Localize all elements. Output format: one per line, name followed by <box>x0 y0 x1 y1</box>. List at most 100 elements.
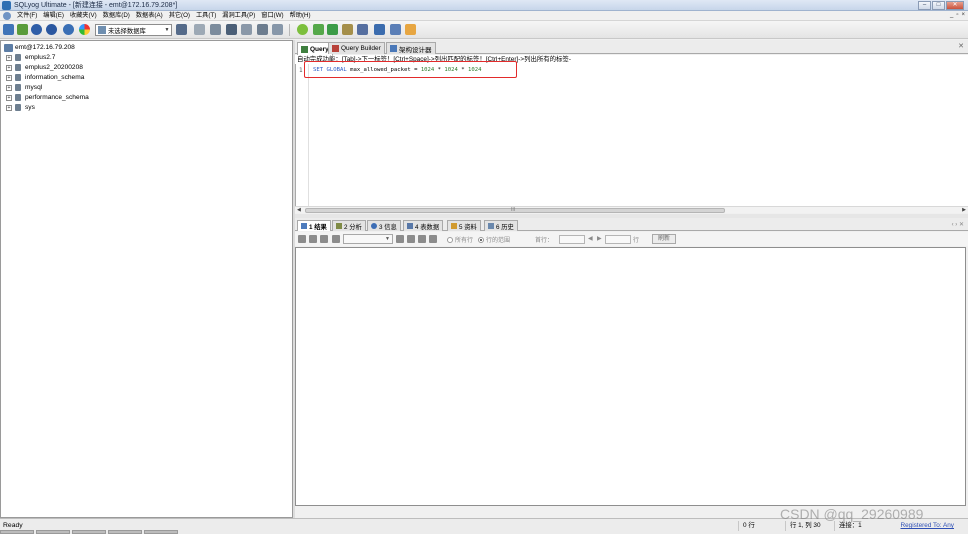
expand-icon[interactable]: + <box>6 84 12 91</box>
database-selector[interactable]: 未选择数据库 ▼ <box>95 24 172 36</box>
scheduled-jobs-icon[interactable] <box>272 24 283 35</box>
tree-item-database[interactable]: + emplus2_20200208 <box>6 63 83 72</box>
stop-icon[interactable] <box>327 24 338 35</box>
execute-query-icon[interactable] <box>297 24 308 35</box>
menu-edit[interactable]: 编辑(E) <box>40 11 67 21</box>
tree-root-connection[interactable]: emt@172.16.79.208 <box>4 43 75 52</box>
chevron-down-icon[interactable]: ▼ <box>385 236 390 242</box>
data-sync-icon[interactable] <box>210 24 221 35</box>
minimize-icon[interactable]: – <box>918 1 931 10</box>
tree-item-database[interactable]: + mysql <box>6 83 42 92</box>
export-icon[interactable] <box>332 235 340 243</box>
save-icon[interactable] <box>396 235 404 243</box>
tree-item-database[interactable]: + emplus2.7 <box>6 53 55 62</box>
tab-profiler[interactable]: 2 分析 <box>332 220 366 231</box>
radio-button-icon[interactable] <box>478 236 484 243</box>
refresh-object-icon[interactable] <box>63 24 74 35</box>
delete-icon[interactable] <box>418 235 426 243</box>
disconnect-icon[interactable] <box>46 24 57 35</box>
scrollbar-thumb[interactable]: III <box>305 207 725 213</box>
annotation-highlight-box <box>304 61 517 78</box>
row-count-input[interactable] <box>605 235 631 244</box>
result-grid[interactable] <box>295 247 966 506</box>
maximize-icon[interactable]: □ <box>932 1 945 10</box>
chevron-down-icon[interactable]: ▼ <box>163 27 171 33</box>
schema-designer-icon[interactable] <box>405 24 416 35</box>
menu-help[interactable]: 帮助(H) <box>287 11 314 21</box>
taskbar-item[interactable] <box>36 530 70 534</box>
tree-item-database[interactable]: + information_schema <box>6 73 84 82</box>
menu-powertools[interactable]: 漏洞工具(P) <box>219 11 258 21</box>
connect-icon[interactable] <box>31 24 42 35</box>
mdi-close-icon[interactable]: × <box>961 12 965 18</box>
radio-row-range[interactable]: 行的范围 <box>478 235 510 244</box>
form-view-icon[interactable] <box>390 24 401 35</box>
expand-icon[interactable]: + <box>6 74 12 81</box>
tab-schema-designer[interactable]: 架构设计器 <box>386 42 436 54</box>
refresh-button[interactable]: 刷新 <box>652 234 677 244</box>
expand-icon[interactable]: + <box>6 94 12 101</box>
tab-scroll-arrows[interactable]: ‹ › ✕ <box>952 221 964 228</box>
sql-editor[interactable]: 1 SET GLOBAL max_allowed_packet = 1024 *… <box>295 61 968 206</box>
tab-info[interactable]: 5 资料 <box>447 220 481 231</box>
tab-result[interactable]: 1 结果 <box>297 220 331 231</box>
menu-favorites[interactable]: 收藏夹(V) <box>67 11 100 21</box>
status-connections: 连接：1 <box>834 521 862 531</box>
tab-query-label: Query <box>310 45 329 53</box>
radio-button-icon[interactable] <box>447 236 453 243</box>
expand-icon[interactable]: + <box>6 64 12 71</box>
taskbar-item[interactable] <box>0 530 34 534</box>
prev-page-icon[interactable]: ◀ <box>588 235 593 242</box>
tab-query-builder[interactable]: Query Builder <box>328 42 385 54</box>
database-icon <box>15 104 21 111</box>
tab-table-data[interactable]: 4 表数据 <box>403 220 444 231</box>
table-data-icon[interactable] <box>374 24 385 35</box>
tab-history[interactable]: 6 历史 <box>484 220 518 231</box>
next-page-icon[interactable]: ▶ <box>597 235 602 242</box>
scroll-grip: III <box>511 207 516 213</box>
expand-icon[interactable]: + <box>6 54 12 61</box>
menu-database[interactable]: 数据库(D) <box>100 11 133 21</box>
text-view-icon[interactable] <box>320 235 328 243</box>
new-query-icon[interactable] <box>17 24 28 35</box>
execute-all-icon[interactable] <box>313 24 324 35</box>
scroll-left-icon[interactable]: ◀ <box>297 207 301 213</box>
new-connection-icon[interactable] <box>3 24 14 35</box>
filter-icon[interactable] <box>429 235 437 243</box>
close-tab-icon[interactable]: ✕ <box>958 42 964 50</box>
registration-link[interactable]: Registered To: Any <box>900 522 954 529</box>
close-icon[interactable]: ✕ <box>946 1 964 10</box>
taskbar-item[interactable] <box>72 530 106 534</box>
first-row-input[interactable] <box>559 235 585 244</box>
taskbar-item[interactable] <box>108 530 142 534</box>
mdi-restore-icon[interactable]: ▫ <box>956 12 958 18</box>
color-scheme-icon[interactable] <box>79 24 90 35</box>
format-sql-icon[interactable] <box>342 24 353 35</box>
menu-table[interactable]: 数据表(A) <box>133 11 166 21</box>
tab-query-builder-label: Query Builder <box>341 45 381 52</box>
grid-view-icon[interactable] <box>298 235 306 243</box>
backup-icon[interactable] <box>226 24 237 35</box>
mdi-minimize-icon[interactable]: _ <box>950 12 953 18</box>
tree-item-database[interactable]: + performance_schema <box>6 93 89 102</box>
window-menu-icon[interactable] <box>3 12 11 20</box>
menu-others[interactable]: 其它(O) <box>166 11 193 21</box>
schema-sync-icon[interactable] <box>194 24 205 35</box>
scroll-right-icon[interactable]: ▶ <box>962 207 966 213</box>
query-profiler-icon[interactable] <box>357 24 368 35</box>
restore-icon[interactable] <box>241 24 252 35</box>
menu-file[interactable]: 文件(F) <box>14 11 40 21</box>
tree-item-database[interactable]: + sys <box>6 103 35 112</box>
user-manager-icon[interactable] <box>176 24 187 35</box>
radio-all-rows[interactable]: 所有行 <box>447 235 473 244</box>
menu-tools[interactable]: 工具(T) <box>193 11 219 21</box>
form-view-icon[interactable] <box>309 235 317 243</box>
editor-horizontal-scrollbar[interactable]: ◀ III ▶ <box>295 206 968 213</box>
taskbar-item[interactable] <box>144 530 178 534</box>
menu-window[interactable]: 窗口(W) <box>258 11 286 21</box>
copy-icon[interactable] <box>407 235 415 243</box>
expand-icon[interactable]: + <box>6 104 12 111</box>
tab-messages[interactable]: 3 信息 <box>367 220 401 231</box>
result-view-combo[interactable]: ▼ <box>343 234 393 244</box>
table-diagnostics-icon[interactable] <box>257 24 268 35</box>
